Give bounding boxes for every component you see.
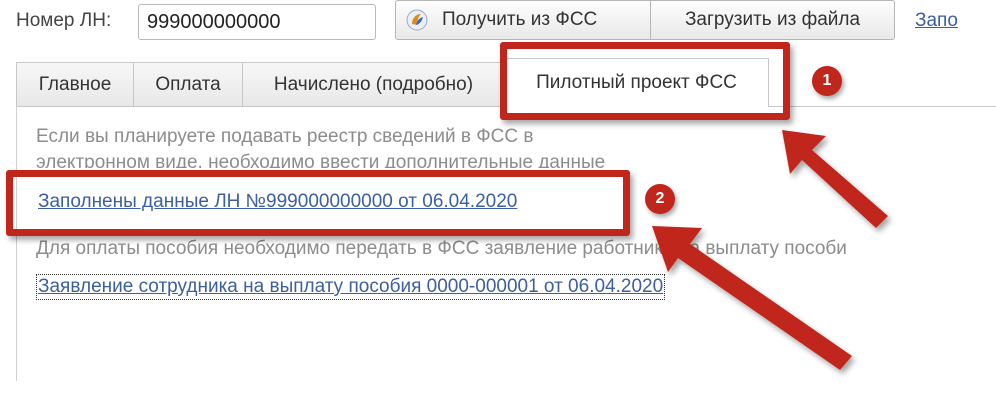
fill-link-partial[interactable]: Запо — [915, 10, 958, 32]
tab-accrued-detailed-label: Начислено (подробно) — [273, 73, 474, 95]
fss-logo-icon — [406, 9, 428, 31]
tab-payment-label: Оплата — [155, 73, 221, 95]
tab-main-label: Главное — [38, 73, 112, 95]
ln-number-label: Номер ЛН: — [16, 10, 112, 31]
info-text-line-1: Если вы планируете подавать реестр сведе… — [36, 126, 534, 147]
highlight-box-tab — [500, 42, 790, 120]
tab-main[interactable]: Главное — [16, 62, 134, 106]
employee-statement-link[interactable]: Заявление сотрудника на выплату пособия … — [35, 274, 666, 300]
annotation-badge-2: 2 — [645, 184, 675, 214]
info-text-line-3: Для оплаты пособия необходимо передать в… — [36, 238, 847, 259]
tab-payment[interactable]: Оплата — [134, 62, 243, 106]
get-from-fss-label: Получить из ФСС — [442, 9, 598, 30]
panel-border — [16, 106, 17, 381]
get-from-fss-button[interactable]: Получить из ФСС — [395, 0, 651, 40]
fss-button-group: Получить из ФСС Загрузить из файла — [395, 0, 895, 40]
load-from-file-button[interactable]: Загрузить из файла — [651, 0, 895, 40]
info-text-line-2: электронном виде, необходимо ввести допо… — [36, 152, 606, 168]
highlight-box-link — [6, 170, 630, 236]
annotation-badge-1: 1 — [812, 66, 842, 96]
ln-number-input[interactable] — [138, 4, 376, 40]
load-from-file-label: Загрузить из файла — [684, 9, 861, 30]
arrow-1 — [782, 130, 888, 228]
tab-accrued-detailed[interactable]: Начислено (подробно) — [243, 62, 505, 106]
